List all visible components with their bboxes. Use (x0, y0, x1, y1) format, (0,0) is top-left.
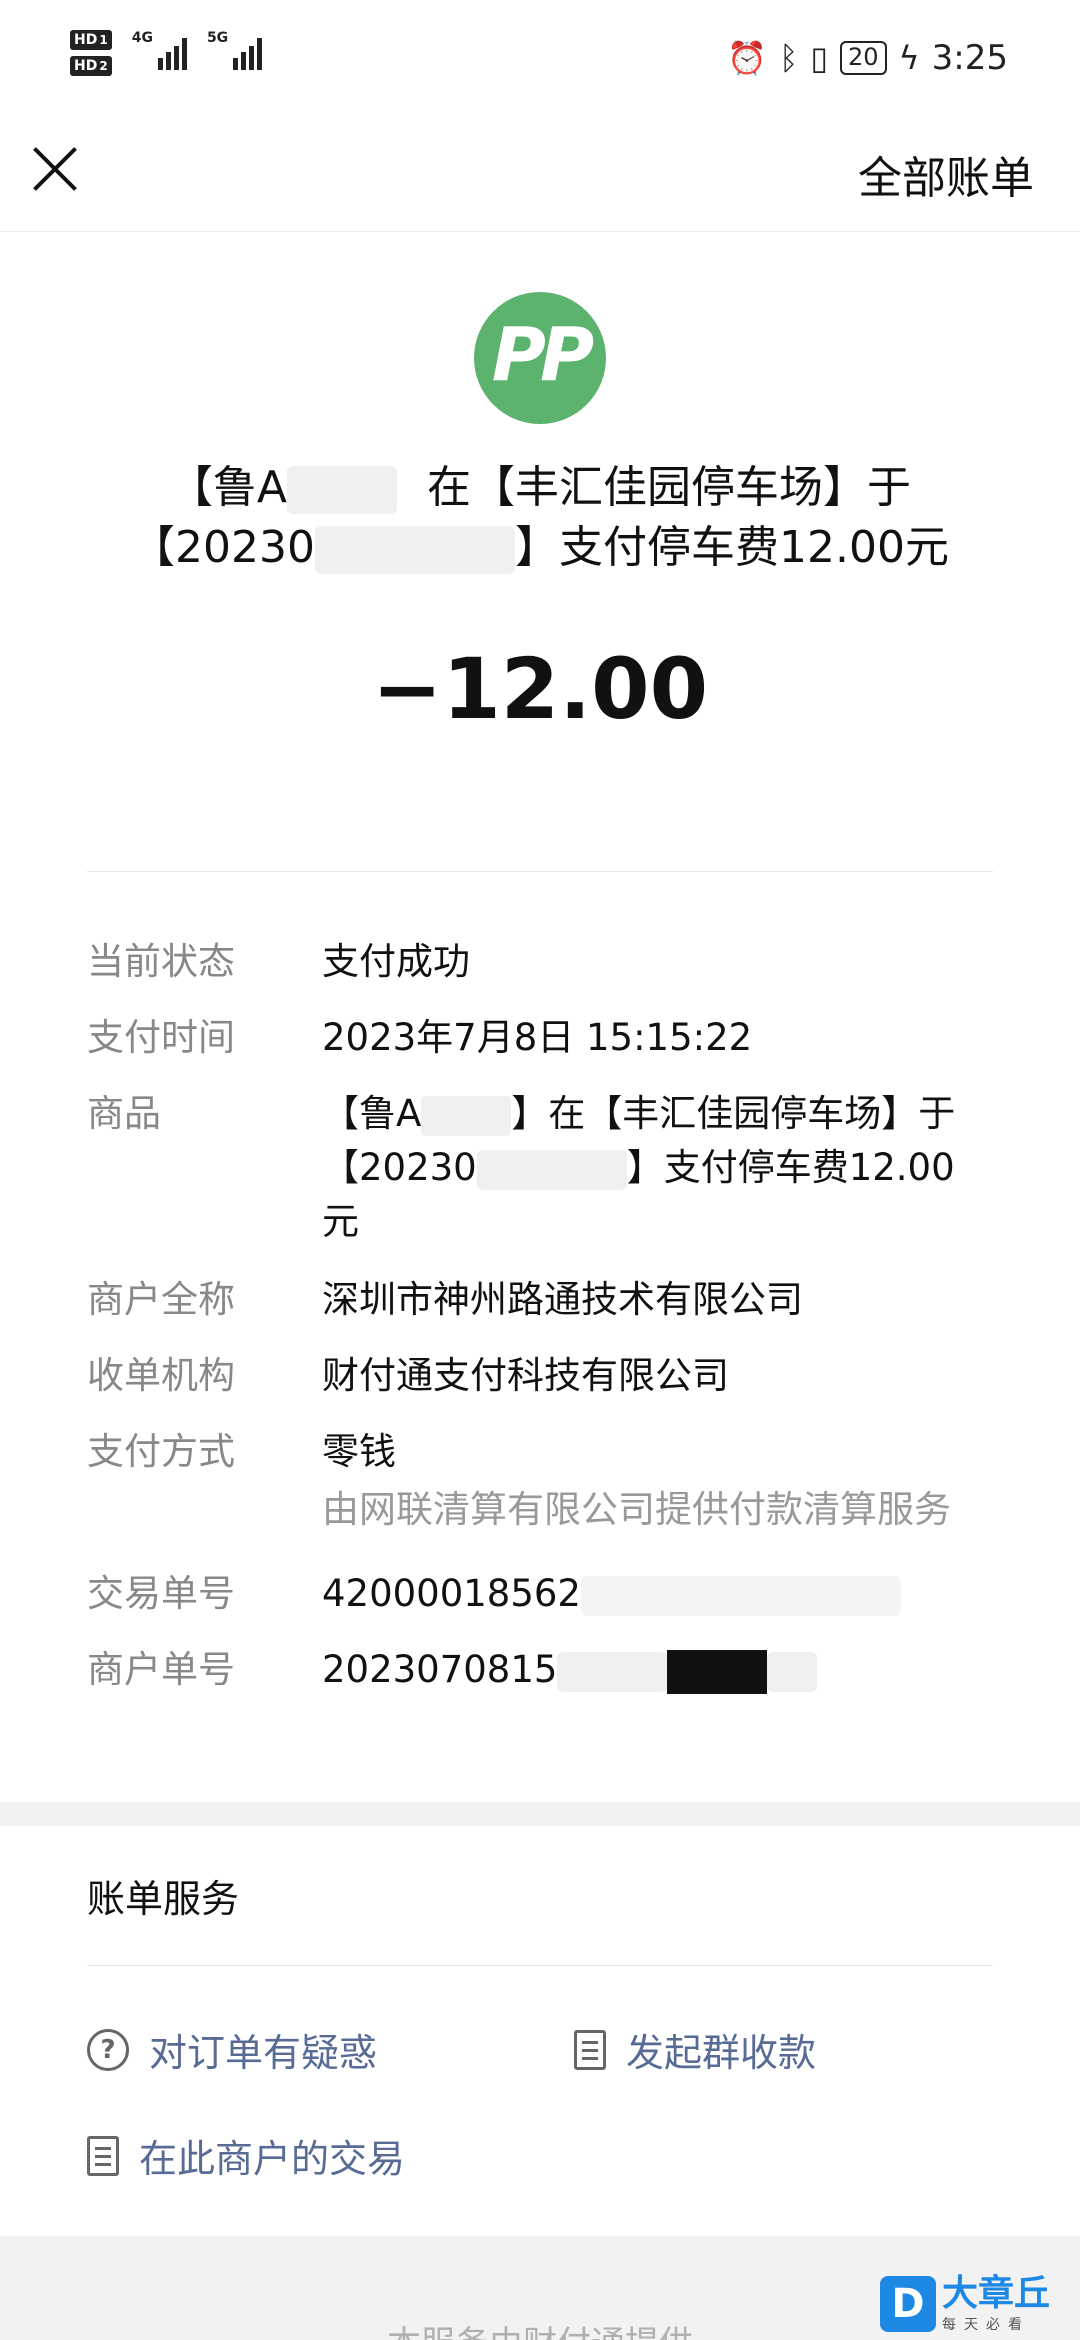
redacted-mask (557, 1651, 668, 1692)
nav-header: 全部账单 (0, 120, 1080, 232)
bluetooth-icon: ᛒ (779, 39, 799, 77)
merchant-order-value[interactable]: 2023070815 (322, 1643, 992, 1697)
amount-value: −12.00 (371, 640, 709, 738)
merchant-transactions-button[interactable]: 在此商户的交易 (87, 2128, 405, 2183)
transaction-description: 【鲁A 在【丰汇佳园停车场】于 【20230 】支付停车费12.00元 (131, 462, 949, 574)
document-icon (574, 2029, 606, 2070)
clock: 3:25 (931, 38, 1008, 78)
section-separator (0, 1802, 1080, 1826)
bill-service-title: 账单服务 (87, 1877, 240, 1921)
status-right: ⏰ ᛒ ▯ 20 ϟ 3:25 (727, 38, 1008, 78)
redacted-mask (421, 1095, 512, 1136)
vibrate-icon: ▯ (810, 39, 828, 77)
divider (87, 871, 993, 872)
redacted-mask (580, 1575, 901, 1616)
watermark-logo: D (880, 2276, 936, 2332)
signal-5g-icon: 5G (207, 30, 263, 70)
alarm-icon: ⏰ (727, 39, 768, 77)
signal-4g-icon: 4G (132, 30, 187, 70)
redacted-mask (476, 1149, 627, 1190)
redacted-mask (667, 1649, 768, 1694)
hd-indicators: HD 1 HD 2 (70, 30, 112, 76)
redacted-mask (287, 466, 398, 514)
battery-icon: 20 (839, 41, 887, 75)
redacted-mask (315, 526, 515, 574)
signal-indicators: HD 1 HD 2 4G 5G (70, 30, 263, 76)
order-question-button[interactable]: ? 对订单有疑惑 (87, 2022, 377, 2077)
group-collect-button[interactable]: 发起群收款 (574, 2022, 816, 2077)
hd2-badge: HD 2 (70, 56, 112, 76)
question-icon: ? (87, 2028, 129, 2071)
hd1-badge: HD 1 (70, 30, 112, 50)
document-icon (87, 2135, 119, 2176)
status-bar: HD 1 HD 2 4G 5G ⏰ ᛒ ▯ 20 ϟ 3:25 (0, 0, 1080, 120)
transaction-id-value[interactable]: 42000018562 (322, 1567, 992, 1621)
watermark: D 大章丘 每天必看 (880, 2268, 1080, 2340)
redacted-mask (767, 1651, 818, 1692)
close-icon[interactable] (28, 142, 82, 196)
all-bills-link[interactable]: 全部账单 (858, 142, 1034, 206)
merchant-logo: PP (474, 292, 606, 424)
divider (87, 1965, 993, 1966)
charging-icon: ϟ (898, 39, 920, 77)
